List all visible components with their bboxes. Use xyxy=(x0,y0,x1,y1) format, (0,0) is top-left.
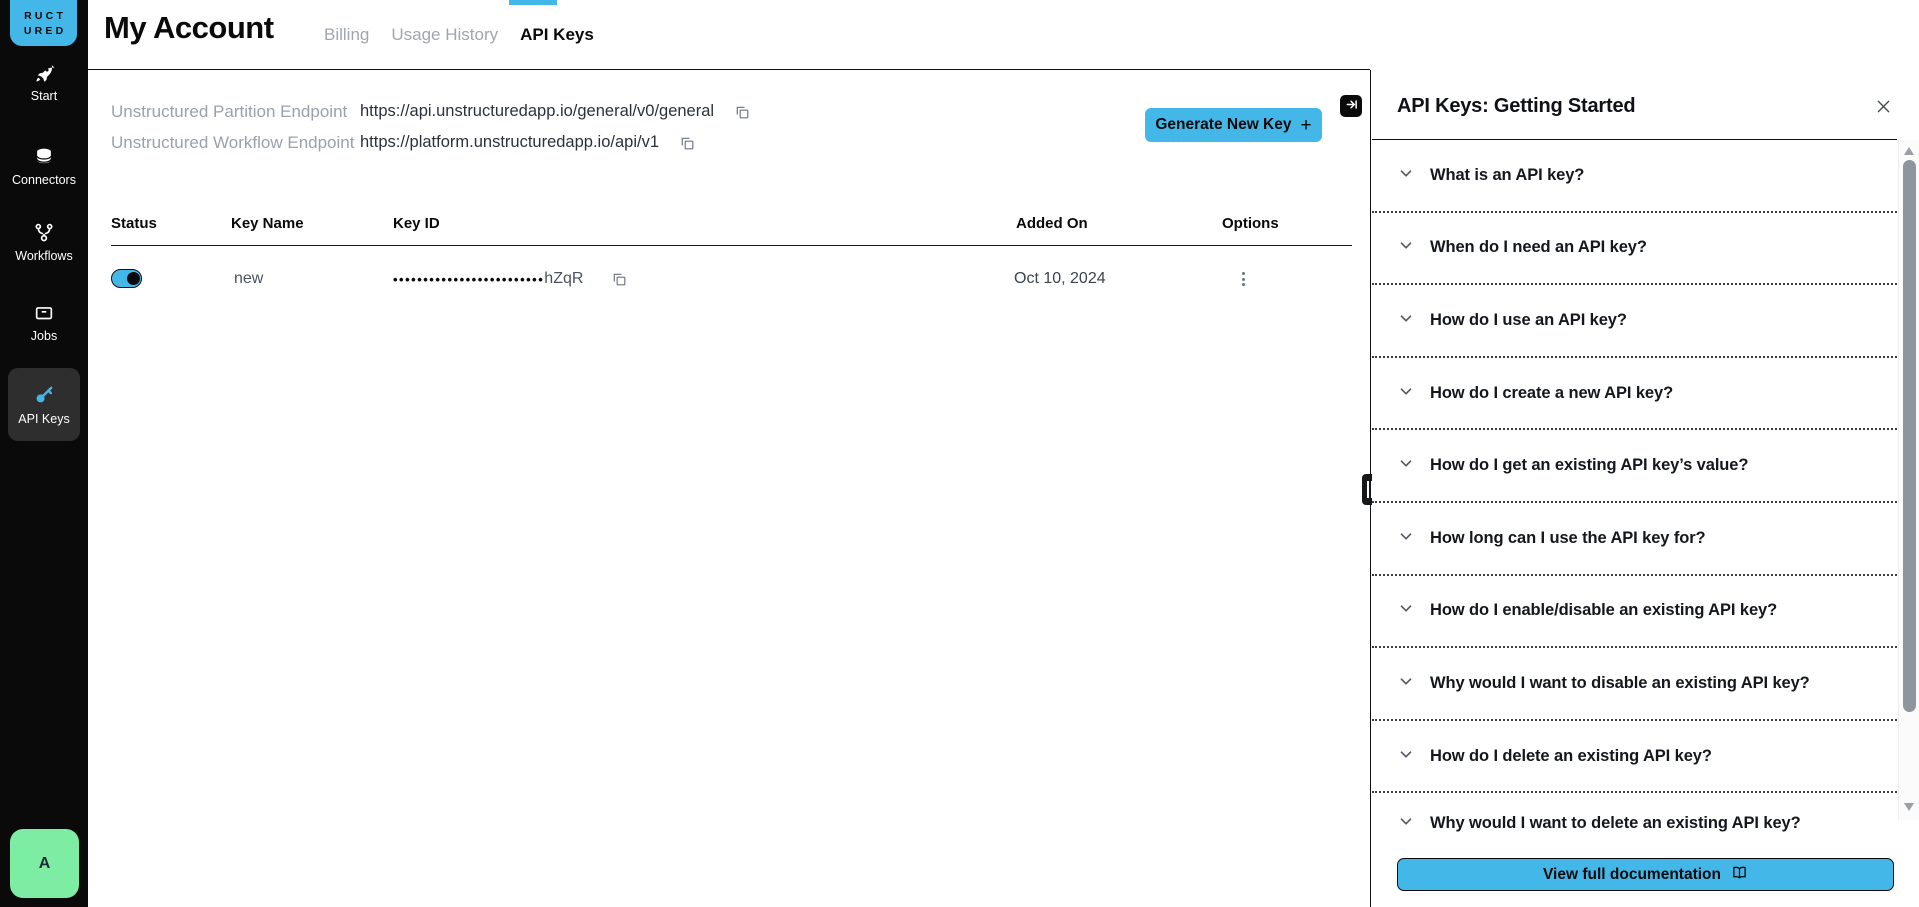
chevron-down-icon xyxy=(1397,672,1415,695)
sidebar-item-label: Start xyxy=(31,89,57,103)
unstructured-logo[interactable]: RUCT URED xyxy=(10,0,77,46)
scroll-up-arrow-icon[interactable] xyxy=(1904,147,1914,155)
sidebar-item-connectors[interactable]: Connectors xyxy=(0,146,88,187)
plus-icon: + xyxy=(1301,116,1312,135)
faq-question: When do I need an API key? xyxy=(1430,238,1647,257)
chevron-down-icon xyxy=(1397,745,1415,768)
sidebar-item-jobs[interactable]: Jobs xyxy=(0,302,88,343)
active-tab-indicator xyxy=(509,0,557,5)
key-status-toggle[interactable] xyxy=(111,269,142,288)
copy-icon[interactable] xyxy=(734,104,750,120)
faq-list: What is an API key? When do I need an AP… xyxy=(1372,140,1897,853)
key-icon xyxy=(32,383,56,407)
tab-billing[interactable]: Billing xyxy=(324,25,369,45)
chevron-down-icon xyxy=(1397,382,1415,405)
faq-item[interactable]: Why would I want to disable an existing … xyxy=(1372,648,1897,721)
endpoint-label: Unstructured Partition Endpoint xyxy=(111,102,360,122)
faq-item[interactable]: What is an API key? xyxy=(1372,140,1897,213)
faq-question: Why would I want to disable an existing … xyxy=(1430,674,1810,693)
close-icon[interactable] xyxy=(1872,95,1894,117)
copy-icon[interactable] xyxy=(611,271,627,287)
faq-item[interactable]: How do I get an existing API key’s value… xyxy=(1372,430,1897,503)
faq-question: What is an API key? xyxy=(1430,166,1584,185)
rocket-icon xyxy=(33,62,55,84)
endpoint-url: https://api.unstructuredapp.io/general/v… xyxy=(360,102,714,121)
faq-question: How do I use an API key? xyxy=(1430,311,1627,330)
panel-title: API Keys: Getting Started xyxy=(1397,95,1635,118)
sidebar-item-label: Jobs xyxy=(31,329,57,343)
key-name-cell: new xyxy=(234,270,263,288)
column-header-key-name: Key Name xyxy=(231,215,304,232)
sidebar-item-label: API Keys xyxy=(18,412,69,426)
collapse-panel-button[interactable] xyxy=(1340,95,1362,117)
main-content: My Account Billing Usage History API Key… xyxy=(88,0,1370,907)
sidebar-item-label: Workflows xyxy=(15,249,72,263)
column-header-added-on: Added On xyxy=(1016,215,1088,232)
chevron-down-icon xyxy=(1397,164,1415,187)
sidebar-item-api-keys[interactable]: API Keys xyxy=(8,368,80,441)
chevron-down-icon xyxy=(1397,454,1415,477)
page-title: My Account xyxy=(104,10,274,46)
column-header-status: Status xyxy=(111,215,157,232)
scrollbar-thumb[interactable] xyxy=(1903,160,1916,712)
tab-api-keys[interactable]: API Keys xyxy=(520,25,594,45)
generate-new-key-label: Generate New Key xyxy=(1155,116,1291,134)
panel-scrollbar[interactable] xyxy=(1898,140,1919,820)
scroll-down-arrow-icon[interactable] xyxy=(1904,803,1914,811)
book-icon xyxy=(1731,864,1748,886)
chevron-down-icon xyxy=(1397,309,1415,332)
partition-endpoint-row: Unstructured Partition Endpoint https://… xyxy=(111,96,750,127)
arrow-to-line-icon xyxy=(1345,98,1358,114)
faq-question: How do I delete an existing API key? xyxy=(1430,747,1712,766)
added-on-cell: Oct 10, 2024 xyxy=(1014,270,1106,288)
chevron-down-icon xyxy=(1397,236,1415,259)
faq-item[interactable]: How do I use an API key? xyxy=(1372,285,1897,358)
endpoint-label: Unstructured Workflow Endpoint xyxy=(111,133,360,153)
faq-item[interactable]: How do I create a new API key? xyxy=(1372,358,1897,431)
header-divider xyxy=(88,69,1370,70)
sidebar-item-workflows[interactable]: Workflows xyxy=(0,222,88,263)
getting-started-panel: API Keys: Getting Started What is an API… xyxy=(1372,70,1919,907)
sidebar-item-label: Connectors xyxy=(12,173,76,187)
column-header-options: Options xyxy=(1222,215,1279,232)
sidebar: RUCT URED Start Con xyxy=(0,0,88,907)
tab-usage-history[interactable]: Usage History xyxy=(391,25,498,45)
workflow-branch-icon xyxy=(33,222,55,244)
sidebar-item-start[interactable]: Start xyxy=(0,62,88,103)
avatar[interactable]: A xyxy=(10,829,79,898)
faq-question: Why would I want to delete an existing A… xyxy=(1430,814,1801,833)
logo-text-line: URED xyxy=(21,24,67,39)
faq-item[interactable]: When do I need an API key? xyxy=(1372,213,1897,286)
chevron-down-icon xyxy=(1397,812,1415,835)
faq-question: How do I enable/disable an existing API … xyxy=(1430,601,1777,620)
copy-icon[interactable] xyxy=(679,135,695,151)
faq-question: How long can I use the API key for? xyxy=(1430,529,1706,548)
chevron-down-icon xyxy=(1397,527,1415,550)
column-header-key-id: Key ID xyxy=(393,215,440,232)
database-icon xyxy=(33,146,55,168)
generate-new-key-button[interactable]: Generate New Key + xyxy=(1145,108,1322,142)
workflow-endpoint-row: Unstructured Workflow Endpoint https://p… xyxy=(111,127,750,158)
toggle-knob xyxy=(127,272,140,285)
faq-item[interactable]: How do I enable/disable an existing API … xyxy=(1372,576,1897,649)
kebab-menu-icon[interactable] xyxy=(1236,270,1251,288)
endpoints-block: Unstructured Partition Endpoint https://… xyxy=(111,96,750,158)
chevron-down-icon xyxy=(1397,599,1415,622)
logo-text-line: RUCT xyxy=(21,9,66,24)
jobs-tray-icon xyxy=(33,302,55,324)
faq-question: How do I get an existing API key’s value… xyxy=(1430,456,1748,475)
faq-item[interactable]: How long can I use the API key for? xyxy=(1372,503,1897,576)
key-id-masked: ••••••••••••••••••••••••• xyxy=(393,272,544,287)
cta-label: View full documentation xyxy=(1543,866,1721,884)
faq-question: How do I create a new API key? xyxy=(1430,384,1673,403)
account-tabs: Billing Usage History API Keys xyxy=(324,0,594,70)
faq-item[interactable]: How do I delete an existing API key? xyxy=(1372,721,1897,794)
page: RUCT URED Start Con xyxy=(0,0,1919,907)
endpoint-url: https://platform.unstructuredapp.io/api/… xyxy=(360,133,659,152)
view-full-documentation-button[interactable]: View full documentation xyxy=(1397,858,1894,891)
key-id-cell: •••••••••••••••••••••••••hZqR xyxy=(393,270,627,288)
table-header-divider xyxy=(111,245,1352,246)
key-id-suffix: hZqR xyxy=(544,270,583,288)
faq-item[interactable]: Why would I want to delete an existing A… xyxy=(1372,793,1897,853)
